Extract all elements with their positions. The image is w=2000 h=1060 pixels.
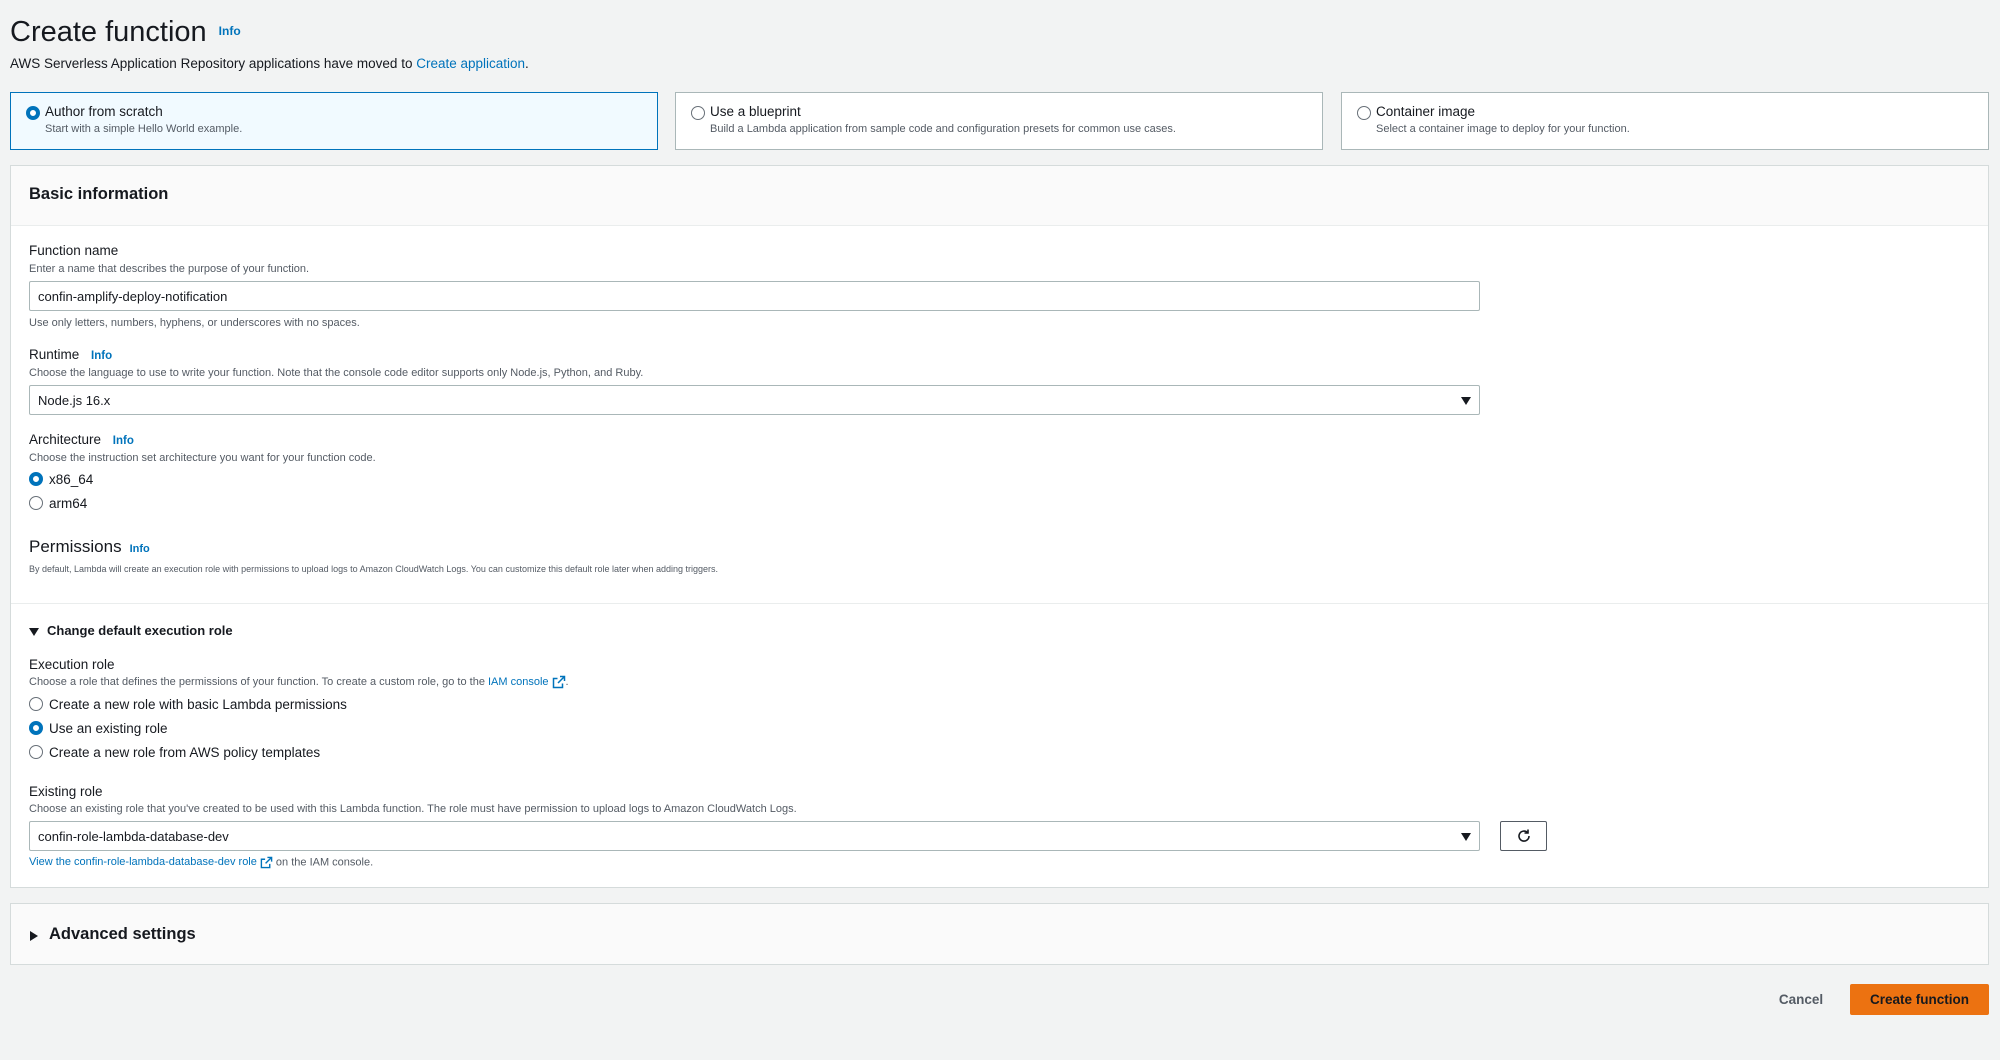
option-author-from-scratch[interactable]: Author from scratch Start with a simple … bbox=[10, 92, 658, 150]
runtime-select[interactable]: Node.js 16.x bbox=[29, 385, 1480, 415]
permissions-info-link[interactable]: Info bbox=[130, 543, 150, 555]
permissions-heading: Permissions Info bbox=[29, 537, 150, 557]
radio-icon-checked[interactable] bbox=[26, 106, 40, 120]
function-name-value: confin-amplify-deploy-notification bbox=[38, 289, 228, 304]
architecture-label: Architecture Info bbox=[29, 432, 134, 447]
radio-icon-checked[interactable] bbox=[29, 472, 43, 486]
subtitle-suffix: . bbox=[525, 56, 529, 71]
runtime-value: Node.js 16.x bbox=[38, 393, 111, 408]
option-use-blueprint[interactable]: Use a blueprint Build a Lambda applicati… bbox=[675, 92, 1323, 150]
page-title-text: Create function bbox=[10, 16, 207, 48]
caret-down-icon bbox=[1461, 833, 1471, 841]
radio-icon[interactable] bbox=[29, 496, 43, 510]
creation-options: Author from scratch Start with a simple … bbox=[10, 92, 1989, 150]
cancel-button[interactable]: Cancel bbox=[1774, 984, 1828, 1014]
option-title: Container image bbox=[1376, 104, 1476, 119]
create-function-button[interactable]: Create function bbox=[1850, 984, 1989, 1015]
view-role-link-label: View the confin-role-lambda-database-dev… bbox=[29, 856, 257, 869]
architecture-option-arm64[interactable]: arm64 bbox=[29, 495, 229, 513]
option-desc: Select a container image to deploy for y… bbox=[1376, 123, 1630, 135]
function-name-label: Function name bbox=[29, 243, 119, 258]
function-name-hint: Use only letters, numbers, hyphens, or u… bbox=[29, 317, 360, 329]
existing-role-value: confin-role-lambda-database-dev bbox=[38, 829, 229, 844]
function-name-input[interactable]: confin-amplify-deploy-notification bbox=[29, 281, 1480, 311]
caret-down-icon bbox=[1461, 397, 1471, 405]
execution-role-expander[interactable]: Change default execution role bbox=[29, 623, 233, 638]
radio-icon[interactable] bbox=[29, 745, 43, 759]
execution-role-desc-text: Choose a role that defines the permissio… bbox=[29, 675, 488, 688]
advanced-settings-expander[interactable]: Advanced settings bbox=[10, 903, 1989, 965]
caret-down-icon bbox=[29, 627, 39, 636]
page-subtitle: AWS Serverless Application Repository ap… bbox=[10, 56, 529, 71]
execution-role-option-templates[interactable]: Create a new role from AWS policy templa… bbox=[29, 744, 429, 762]
existing-role-view: View the confin-role-lambda-database-dev… bbox=[29, 856, 373, 869]
architecture-desc: Choose the instruction set architecture … bbox=[29, 452, 376, 464]
execution-role-desc: Choose a role that defines the permissio… bbox=[29, 675, 569, 689]
existing-role-label: Existing role bbox=[29, 784, 103, 799]
option-desc: Start with a simple Hello World example. bbox=[45, 123, 243, 135]
runtime-desc: Choose the language to use to write your… bbox=[29, 367, 644, 379]
permissions-divider bbox=[11, 603, 1988, 604]
execution-role-option-label: Create a new role with basic Lambda perm… bbox=[49, 697, 347, 712]
permissions-title: Permissions bbox=[29, 537, 122, 556]
refresh-icon bbox=[1517, 829, 1530, 842]
external-link-icon bbox=[552, 675, 565, 689]
architecture-option-label: arm64 bbox=[49, 496, 88, 511]
architecture-option-label: x86_64 bbox=[49, 472, 94, 487]
permissions-desc: By default, Lambda will create an execut… bbox=[29, 564, 719, 574]
basic-information-heading: Basic information bbox=[11, 166, 1988, 226]
architecture-option-x86[interactable]: x86_64 bbox=[29, 471, 229, 489]
view-role-link[interactable]: View the confin-role-lambda-database-dev… bbox=[29, 856, 273, 868]
execution-role-option-new-basic[interactable]: Create a new role with basic Lambda perm… bbox=[29, 696, 429, 714]
iam-console-link-label: IAM console bbox=[488, 675, 549, 688]
function-name-desc: Enter a name that describes the purpose … bbox=[29, 263, 310, 275]
existing-role-select[interactable]: confin-role-lambda-database-dev bbox=[29, 821, 1480, 851]
radio-icon-checked[interactable] bbox=[29, 721, 43, 735]
architecture-label-text: Architecture bbox=[29, 432, 102, 447]
iam-console-link[interactable]: IAM console bbox=[488, 675, 566, 689]
runtime-label: Runtime Info bbox=[29, 347, 112, 362]
execution-role-desc-suffix: . bbox=[565, 675, 569, 688]
refresh-roles-button[interactable] bbox=[1500, 821, 1547, 851]
radio-icon[interactable] bbox=[1357, 106, 1371, 120]
existing-role-desc: Choose an existing role that you've crea… bbox=[29, 803, 797, 815]
option-container-image[interactable]: Container image Select a container image… bbox=[1341, 92, 1989, 150]
advanced-settings-title: Advanced settings bbox=[49, 925, 196, 943]
basic-information-panel: Basic information Function name Enter a … bbox=[10, 165, 1989, 888]
runtime-label-text: Runtime bbox=[29, 347, 80, 362]
caret-right-icon bbox=[30, 931, 38, 941]
execution-role-label: Execution role bbox=[29, 657, 115, 672]
external-link-icon bbox=[260, 856, 273, 869]
option-title: Author from scratch bbox=[45, 104, 163, 119]
subtitle-text: AWS Serverless Application Repository ap… bbox=[10, 56, 417, 71]
architecture-info-link[interactable]: Info bbox=[113, 435, 134, 447]
option-desc: Build a Lambda application from sample c… bbox=[710, 123, 1176, 135]
runtime-info-link[interactable]: Info bbox=[91, 350, 112, 362]
execution-role-option-label: Create a new role from AWS policy templa… bbox=[49, 745, 321, 760]
view-role-suffix: on the IAM console. bbox=[272, 856, 374, 869]
execution-role-option-label: Use an existing role bbox=[49, 721, 168, 736]
radio-icon[interactable] bbox=[29, 697, 43, 711]
execution-role-expander-label: Change default execution role bbox=[47, 623, 233, 638]
create-application-link[interactable]: Create application bbox=[416, 56, 525, 71]
page-info-link[interactable]: Info bbox=[219, 24, 241, 38]
radio-icon[interactable] bbox=[691, 106, 705, 120]
page-title: Create function Info bbox=[10, 16, 241, 49]
execution-role-option-existing[interactable]: Use an existing role bbox=[29, 720, 429, 738]
option-title: Use a blueprint bbox=[710, 104, 801, 119]
